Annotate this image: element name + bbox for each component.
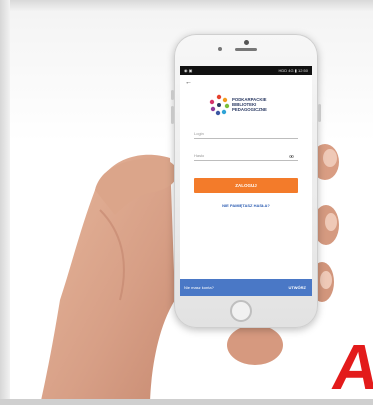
sensor bbox=[218, 47, 222, 51]
status-icons-left: ◉ ▣ bbox=[184, 68, 193, 73]
forgot-password-link[interactable]: NIE PAMIĘTASZ HASŁA? bbox=[194, 203, 298, 208]
status-bar: ◉ ▣ HDD 4G ▮ 12:50 bbox=[180, 66, 312, 75]
status-icons-right: HDD 4G ▮ 12:50 bbox=[278, 68, 308, 73]
volume-button bbox=[171, 90, 174, 100]
login-button[interactable]: ZALOGUJ bbox=[194, 178, 298, 193]
volume-button bbox=[171, 106, 174, 124]
library-logo-icon bbox=[209, 94, 230, 116]
bottom-strip bbox=[0, 399, 373, 405]
password-input[interactable]: Hasło bbox=[194, 148, 298, 161]
eye-icon[interactable] bbox=[289, 155, 294, 158]
smartphone: ◉ ▣ HDD 4G ▮ 12:50 ← PODKARPACKIE BIBLIO… bbox=[171, 34, 321, 328]
app-screen: ◉ ▣ HDD 4G ▮ 12:50 ← PODKARPACKIE BIBLIO… bbox=[180, 66, 312, 296]
organization-name: PODKARPACKIE BIBLIOTEKI PEDAGOGICZNE bbox=[232, 97, 302, 112]
login-placeholder: Login bbox=[194, 131, 204, 136]
no-account-text: Nie masz konta? bbox=[184, 285, 214, 290]
password-placeholder: Hasło bbox=[194, 153, 205, 158]
power-button bbox=[318, 104, 321, 122]
home-button[interactable] bbox=[230, 300, 252, 322]
create-account-link[interactable]: UTWÓRZ bbox=[288, 279, 306, 296]
earpiece-speaker bbox=[235, 48, 257, 51]
register-bar: Nie masz konta? UTWÓRZ bbox=[180, 279, 312, 296]
front-camera bbox=[244, 40, 249, 45]
login-input[interactable]: Login bbox=[194, 126, 298, 139]
org-line-3: PEDAGOGICZNE bbox=[232, 107, 267, 112]
back-arrow-icon[interactable]: ← bbox=[185, 79, 192, 86]
